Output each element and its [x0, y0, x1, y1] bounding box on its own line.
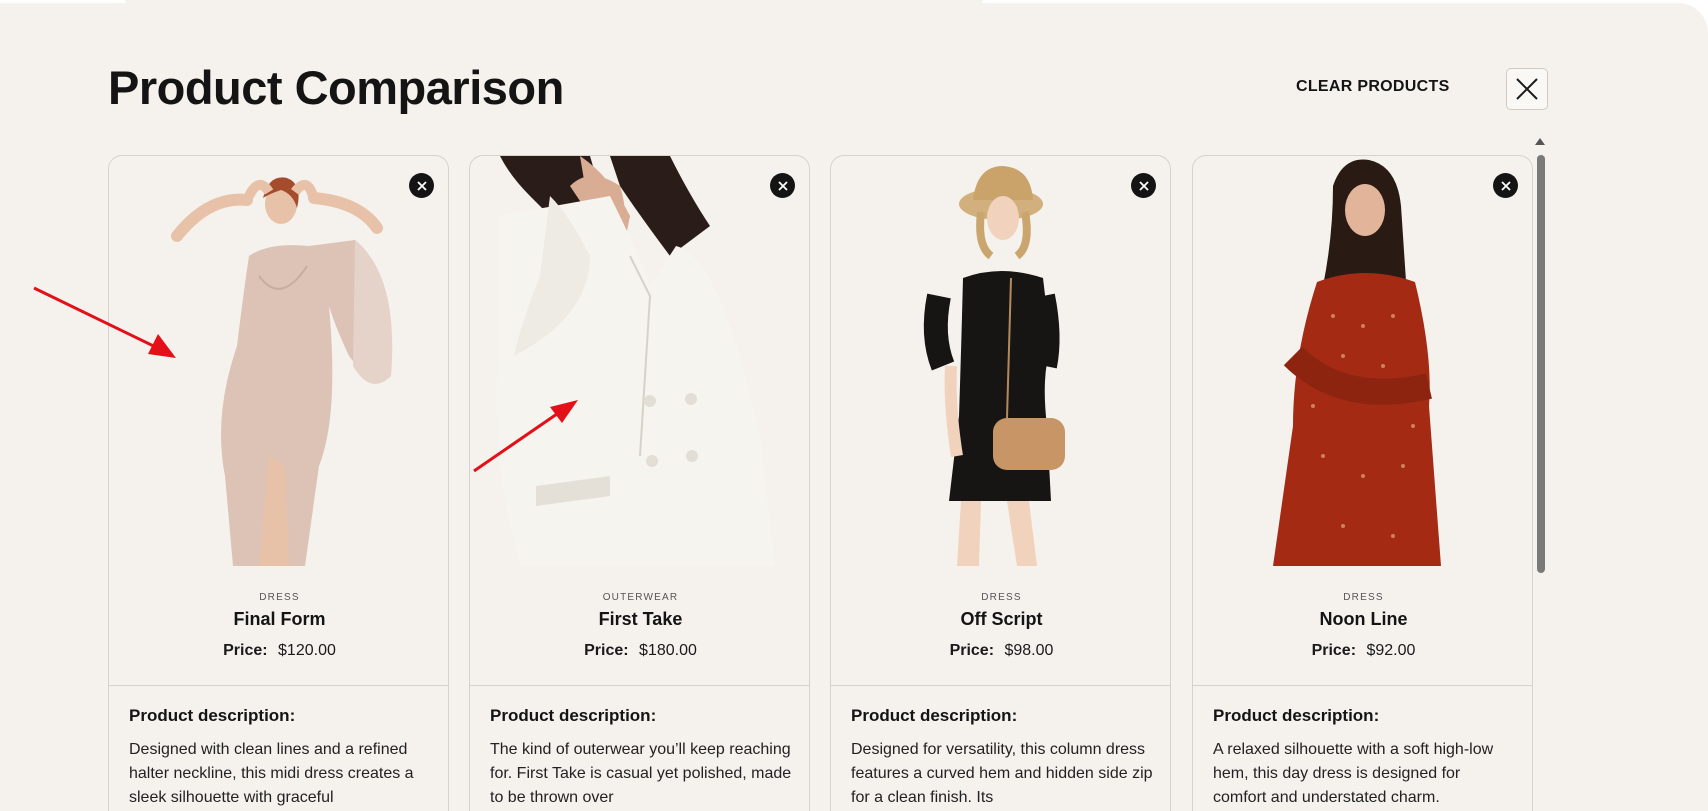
product-info: DRESS Final Form Price: $120.00: [109, 592, 448, 660]
divider: [831, 685, 1170, 686]
remove-circle-icon: [416, 180, 427, 191]
product-card: DRESS Noon Line Price: $92.00 Product de…: [1192, 155, 1533, 811]
price-value: $120.00: [278, 642, 336, 659]
product-image[interactable]: [470, 156, 809, 566]
page-title: Product Comparison: [108, 61, 564, 114]
price-value: $92.00: [1366, 642, 1416, 659]
product-price: Price: $92.00: [1193, 642, 1532, 660]
price-label: Price:: [584, 642, 629, 659]
product-category: DRESS: [259, 592, 300, 603]
remove-circle-icon: [1138, 180, 1149, 191]
product-info: OUTERWEAR First Take Price: $180.00: [470, 592, 809, 660]
product-info: DRESS Noon Line Price: $92.00: [1193, 592, 1532, 660]
product-name[interactable]: Off Script: [831, 609, 1170, 630]
top-strip: [125, 0, 983, 4]
product-description: Product description: Designed for versat…: [851, 706, 1156, 810]
product-image[interactable]: [831, 156, 1170, 566]
product-name[interactable]: First Take: [470, 609, 809, 630]
clear-products-button[interactable]: CLEAR PRODUCTS: [1296, 78, 1450, 96]
product-price: Price: $180.00: [470, 642, 809, 660]
product-card: DRESS Off Script Price: $98.00 Product d…: [830, 155, 1171, 811]
description-heading: Product description:: [1213, 706, 1380, 725]
product-card: OUTERWEAR First Take Price: $180.00 Prod…: [469, 155, 810, 811]
product-description: Product description: A relaxed silhouett…: [1213, 706, 1518, 810]
product-description: Product description: The kind of outerwe…: [490, 706, 795, 810]
product-image[interactable]: [109, 156, 448, 566]
divider: [470, 685, 809, 686]
price-value: $180.00: [639, 642, 697, 659]
product-category: DRESS: [1343, 592, 1384, 603]
price-label: Price:: [1311, 642, 1357, 659]
description-text: The kind of outerwear you’ll keep reachi…: [490, 741, 792, 806]
close-icon: [1516, 78, 1538, 100]
product-category: DRESS: [981, 592, 1022, 603]
remove-product-button[interactable]: [1131, 173, 1156, 198]
divider: [1193, 685, 1532, 686]
product-image[interactable]: [1193, 156, 1532, 566]
product-price: Price: $98.00: [831, 642, 1170, 660]
scroll-up-arrow[interactable]: [1535, 138, 1545, 145]
product-name[interactable]: Final Form: [109, 609, 448, 630]
remove-product-button[interactable]: [770, 173, 795, 198]
description-text: A relaxed silhouette with a soft high-lo…: [1213, 741, 1494, 806]
description-text: Designed with clean lines and a refined …: [129, 741, 414, 806]
price-label: Price:: [949, 642, 995, 659]
close-modal-button[interactable]: [1506, 68, 1548, 110]
product-description: Product description: Designed with clean…: [129, 706, 434, 810]
price-value: $98.00: [1004, 642, 1054, 659]
product-price: Price: $120.00: [109, 642, 448, 660]
remove-product-button[interactable]: [409, 173, 434, 198]
divider: [109, 685, 448, 686]
product-category: OUTERWEAR: [602, 592, 679, 603]
product-cards: DRESS Final Form Price: $120.00 Product …: [108, 155, 1534, 811]
description-heading: Product description:: [129, 706, 296, 725]
scrollbar-thumb[interactable]: [1537, 155, 1545, 573]
product-info: DRESS Off Script Price: $98.00: [831, 592, 1170, 660]
product-name[interactable]: Noon Line: [1193, 609, 1532, 630]
description-text: Designed for versatility, this column dr…: [851, 741, 1153, 806]
price-label: Price:: [223, 642, 268, 659]
remove-circle-icon: [777, 180, 788, 191]
description-heading: Product description:: [490, 706, 657, 725]
product-card: DRESS Final Form Price: $120.00 Product …: [108, 155, 449, 811]
description-heading: Product description:: [851, 706, 1018, 725]
remove-product-button[interactable]: [1493, 173, 1518, 198]
remove-circle-icon: [1500, 180, 1511, 191]
